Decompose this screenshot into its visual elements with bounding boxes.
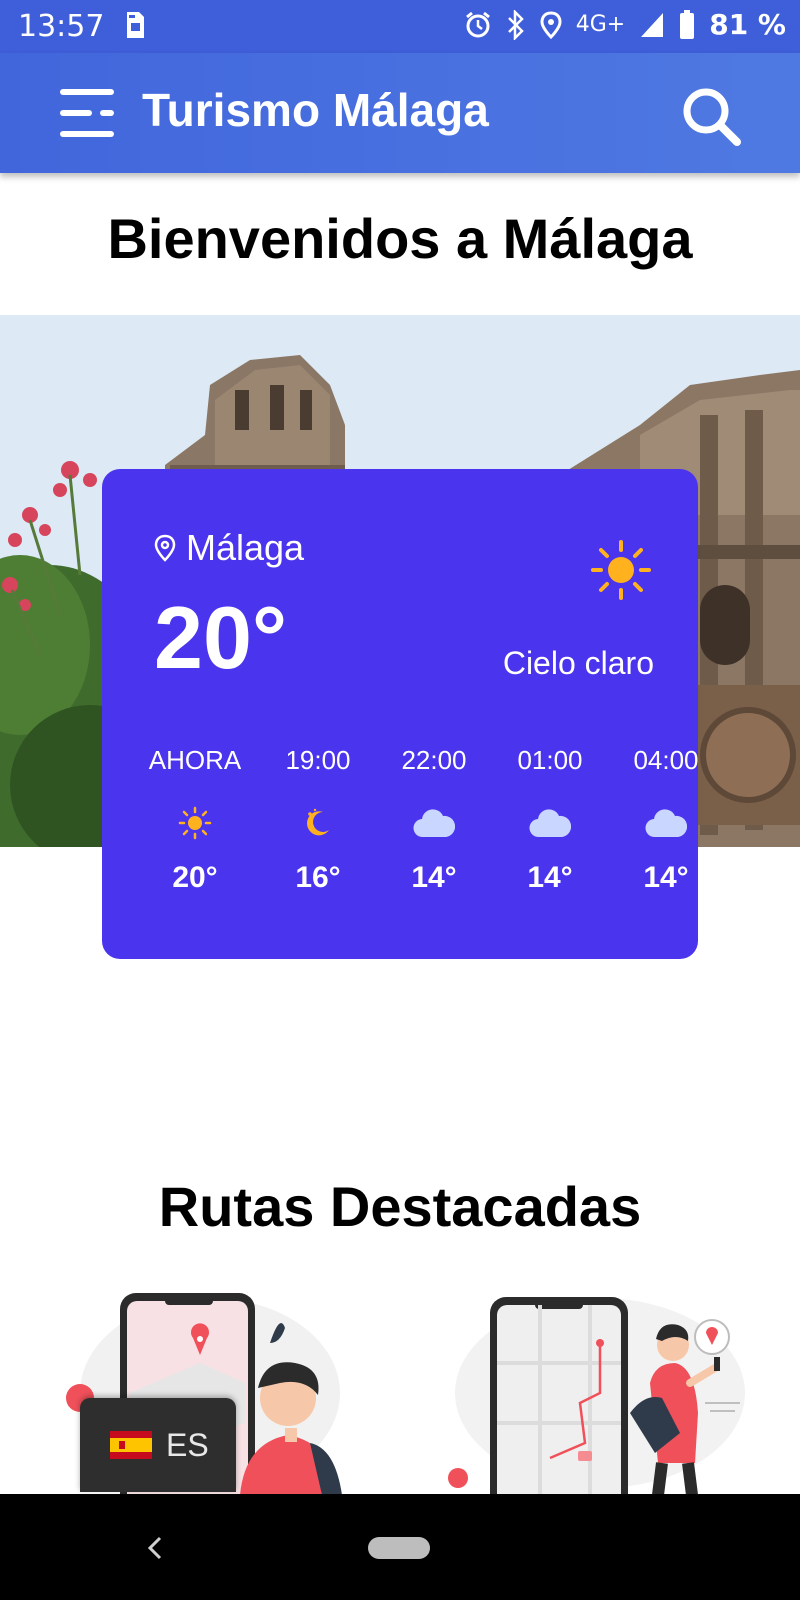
- forecast-time: 01:00: [517, 745, 583, 775]
- search-icon[interactable]: [680, 85, 742, 147]
- weather-condition: Cielo claro: [502, 645, 654, 681]
- spain-flag-icon: [110, 1431, 152, 1459]
- forecast-time: 19:00: [285, 745, 351, 775]
- bluetooth-icon: [507, 9, 524, 40]
- weather-location-name: Málaga: [186, 527, 305, 568]
- sim-card-icon: [127, 12, 144, 38]
- forecast-temp: 14°: [527, 861, 573, 894]
- forecast-temp: 14°: [643, 861, 689, 894]
- cloud-icon: [645, 809, 687, 838]
- language-code: ES: [166, 1426, 209, 1463]
- app-title: Turismo Málaga: [142, 84, 489, 136]
- moon-icon: [307, 808, 329, 836]
- featured-routes-title: Rutas Destacadas: [158, 1175, 642, 1238]
- status-icons: 4G+ 81 %: [464, 8, 786, 41]
- battery-icon: [680, 9, 695, 39]
- forecast-temp: 16°: [295, 861, 341, 894]
- language-selector[interactable]: ES: [80, 1398, 236, 1492]
- signal-icon: [641, 12, 664, 37]
- app-bar: Turismo Málaga: [0, 53, 800, 173]
- forecast-item: 22:00 14°: [379, 745, 489, 895]
- cloud-icon: [529, 809, 571, 838]
- menu-icon[interactable]: [60, 87, 116, 139]
- hourly-forecast[interactable]: AHORA 20° 19:00 16° 22:00 14° 01:00 14° …: [140, 745, 698, 925]
- alarm-icon: [465, 11, 490, 37]
- weather-card[interactable]: Málaga 20° Cielo claro AHORA 20° 19:00 1…: [102, 469, 698, 959]
- navigation-phone-illustration: [448, 1297, 745, 1495]
- status-time: 13:57: [18, 9, 105, 44]
- battery-percent: 81 %: [709, 8, 786, 41]
- forecast-item: 04:00 14°: [611, 745, 698, 895]
- forecast-temp: 14°: [411, 861, 457, 894]
- forecast-time: 22:00: [401, 745, 467, 775]
- route-card-2-illustration[interactable]: [440, 1283, 760, 1495]
- forecast-time: 04:00: [633, 745, 698, 775]
- system-navigation-bar: [0, 1494, 800, 1600]
- forecast-item: 01:00 14°: [495, 745, 605, 895]
- location-icon: [540, 10, 562, 39]
- forecast-item: AHORA 20°: [140, 745, 250, 895]
- forecast-item: 19:00 16°: [263, 745, 373, 895]
- home-pill[interactable]: [368, 1537, 430, 1559]
- weather-temperature: 20°: [154, 588, 288, 687]
- sun-icon: [591, 540, 651, 600]
- forecast-temp: 20°: [172, 861, 218, 894]
- back-icon[interactable]: [142, 1530, 166, 1566]
- network-type: 4G+: [575, 12, 626, 37]
- forecast-time: AHORA: [148, 745, 242, 775]
- weather-location: Málaga: [154, 527, 304, 569]
- status-bar: 13:57 4G+ 81 %: [0, 0, 800, 53]
- sun-icon: [178, 806, 212, 840]
- welcome-title: Bienvenidos a Málaga: [107, 207, 693, 270]
- location-pin-icon: [154, 534, 176, 562]
- cloud-icon: [413, 809, 455, 838]
